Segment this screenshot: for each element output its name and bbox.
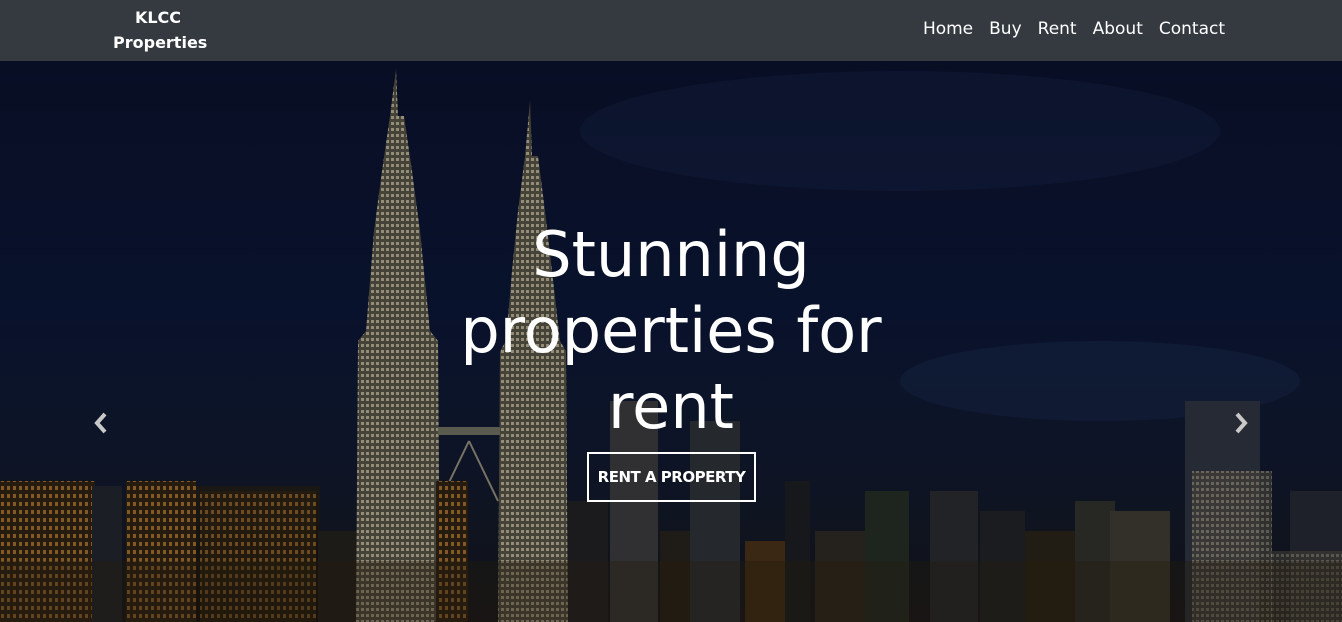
chevron-right-icon: [1235, 412, 1248, 434]
navbar: KLCC Properties Home Buy Rent About Cont…: [0, 0, 1342, 61]
nav-home[interactable]: Home: [923, 19, 973, 39]
carousel-next-button[interactable]: [1229, 409, 1253, 437]
brand-line-2: Properties: [113, 33, 208, 52]
nav-rent[interactable]: Rent: [1038, 19, 1077, 39]
hero-carousel: Stunning properties for rent RENT A PROP…: [0, 61, 1342, 622]
nav-buy[interactable]: Buy: [989, 19, 1022, 39]
brand-logo[interactable]: KLCC Properties: [113, 5, 208, 55]
nav-about[interactable]: About: [1093, 19, 1143, 39]
carousel-prev-button[interactable]: [89, 409, 113, 437]
nav-contact[interactable]: Contact: [1159, 19, 1225, 39]
hero-title: Stunning properties for rent: [460, 218, 882, 443]
nav-links: Home Buy Rent About Contact: [923, 0, 1225, 57]
rent-property-button[interactable]: RENT A PROPERTY: [587, 452, 756, 502]
chevron-left-icon: [94, 412, 107, 434]
brand-line-1: KLCC: [134, 8, 182, 27]
